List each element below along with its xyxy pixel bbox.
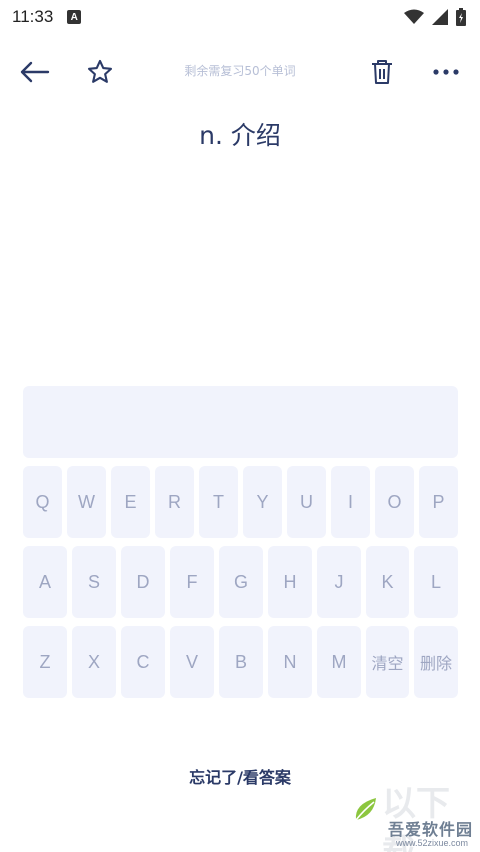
- watermark-leaf-icon: [355, 798, 376, 821]
- back-button[interactable]: [14, 52, 54, 92]
- star-outline-icon: [87, 59, 113, 83]
- key-m[interactable]: M: [317, 626, 361, 698]
- key-q[interactable]: Q: [23, 466, 62, 538]
- status-time: 11:33: [12, 7, 54, 26]
- key-r[interactable]: R: [155, 466, 194, 538]
- key-j[interactable]: J: [317, 546, 361, 618]
- key-d[interactable]: D: [121, 546, 165, 618]
- key-z[interactable]: Z: [23, 626, 67, 698]
- notification-a-icon: A: [67, 10, 82, 24]
- status-icons: [404, 8, 466, 26]
- key-f[interactable]: F: [170, 546, 214, 618]
- key-s[interactable]: S: [72, 546, 116, 618]
- more-button[interactable]: [424, 52, 468, 92]
- key-p[interactable]: P: [419, 466, 458, 538]
- key-g[interactable]: G: [219, 546, 263, 618]
- key-y[interactable]: Y: [243, 466, 282, 538]
- key-o[interactable]: O: [375, 466, 414, 538]
- key-u[interactable]: U: [287, 466, 326, 538]
- word-definition: n. 介绍: [199, 121, 281, 150]
- key-b[interactable]: B: [219, 626, 263, 698]
- watermark-site-name: 吾爱软件园: [388, 820, 474, 839]
- favorite-button[interactable]: [80, 52, 120, 92]
- key-l[interactable]: L: [414, 546, 458, 618]
- key-i[interactable]: I: [331, 466, 370, 538]
- watermark: 以下载 吾爱软件园 www.52zixue.com: [352, 776, 476, 852]
- key-w[interactable]: W: [67, 466, 106, 538]
- more-dots-icon: [433, 69, 459, 75]
- key-x[interactable]: X: [72, 626, 116, 698]
- key-k[interactable]: K: [366, 546, 409, 618]
- wifi-icon: [404, 9, 424, 24]
- key-n[interactable]: N: [268, 626, 312, 698]
- clear-key[interactable]: 清空: [366, 626, 409, 698]
- key-h[interactable]: H: [268, 546, 312, 618]
- watermark-site-url: www.52zixue.com: [396, 838, 469, 848]
- answer-input-box[interactable]: [23, 386, 458, 458]
- key-e[interactable]: E: [111, 466, 150, 538]
- delete-key[interactable]: 删除: [414, 626, 458, 698]
- status-bar: 11:33 A: [0, 0, 480, 34]
- top-bar: 剩余需复习50个单词: [0, 46, 480, 96]
- remaining-review-count: 剩余需复习50个单词: [184, 64, 296, 78]
- battery-icon: [456, 8, 466, 26]
- arrow-left-icon: [20, 61, 50, 83]
- trash-icon: [372, 60, 392, 84]
- key-a[interactable]: A: [23, 546, 67, 618]
- key-v[interactable]: V: [170, 626, 214, 698]
- key-c[interactable]: C: [121, 626, 165, 698]
- key-t[interactable]: T: [199, 466, 238, 538]
- cell-signal-icon: [432, 9, 448, 25]
- delete-word-button[interactable]: [362, 52, 402, 92]
